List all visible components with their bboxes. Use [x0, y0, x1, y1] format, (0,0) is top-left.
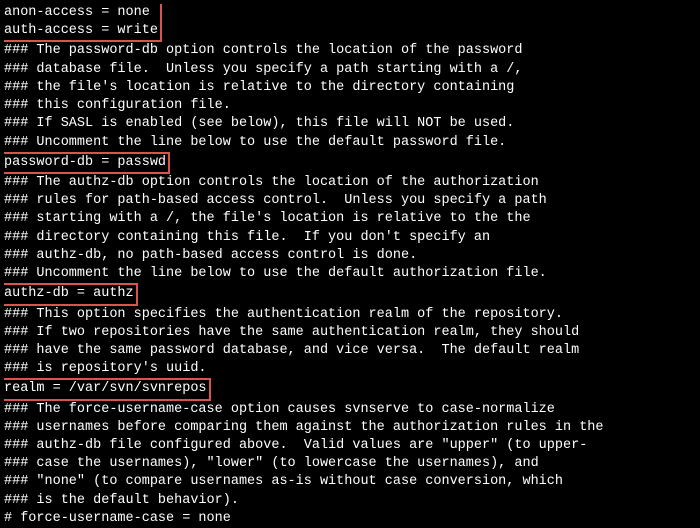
terminal-output: anon-access = none auth-access = write #…	[4, 4, 696, 528]
comment-line: ### If SASL is enabled (see below), this…	[4, 115, 696, 133]
anon-access-setting: anon-access = none auth-access = write	[4, 4, 162, 42]
comment-line: ### is repository's uuid.	[4, 360, 696, 378]
comment-line: ### authz-db, no path-based access contr…	[4, 247, 696, 265]
comment-line: ### The force-username-case option cause…	[4, 401, 696, 419]
config-line: auth-access = write	[4, 22, 158, 40]
realm-setting: realm = /var/svn/svnrepos	[4, 378, 211, 400]
comment-line: ### case the usernames), "lower" (to low…	[4, 455, 696, 473]
comment-line: ### is the default behavior).	[4, 492, 696, 510]
comment-line: ### The authz-db option controls the loc…	[4, 174, 696, 192]
comment-line: ### this configuration file.	[4, 97, 696, 115]
comment-line: ### The password-db option controls the …	[4, 42, 696, 60]
comment-line: ### "none" (to compare usernames as-is w…	[4, 473, 696, 491]
authz-db-setting: authz-db = authz	[4, 283, 138, 305]
comment-line: ### database file. Unless you specify a …	[4, 61, 696, 79]
comment-line: ### Uncomment the line below to use the …	[4, 265, 696, 283]
comment-line: ### Uncomment the line below to use the …	[4, 134, 696, 152]
comment-line: ### directory containing this file. If y…	[4, 229, 696, 247]
config-line: anon-access = none	[4, 4, 158, 22]
comment-line: ### the file's location is relative to t…	[4, 79, 696, 97]
comment-line: ### usernames before comparing them agai…	[4, 419, 696, 437]
comment-line: ### starting with a /, the file's locati…	[4, 210, 696, 228]
comment-line: ### If two repositories have the same au…	[4, 324, 696, 342]
comment-line: ### rules for path-based access control.…	[4, 192, 696, 210]
comment-line: ### authz-db file configured above. Vali…	[4, 437, 696, 455]
config-line: # force-username-case = none	[4, 510, 696, 528]
comment-line: ### This option specifies the authentica…	[4, 306, 696, 324]
password-db-setting: password-db = passwd	[4, 152, 170, 174]
comment-line: ### have the same password database, and…	[4, 342, 696, 360]
